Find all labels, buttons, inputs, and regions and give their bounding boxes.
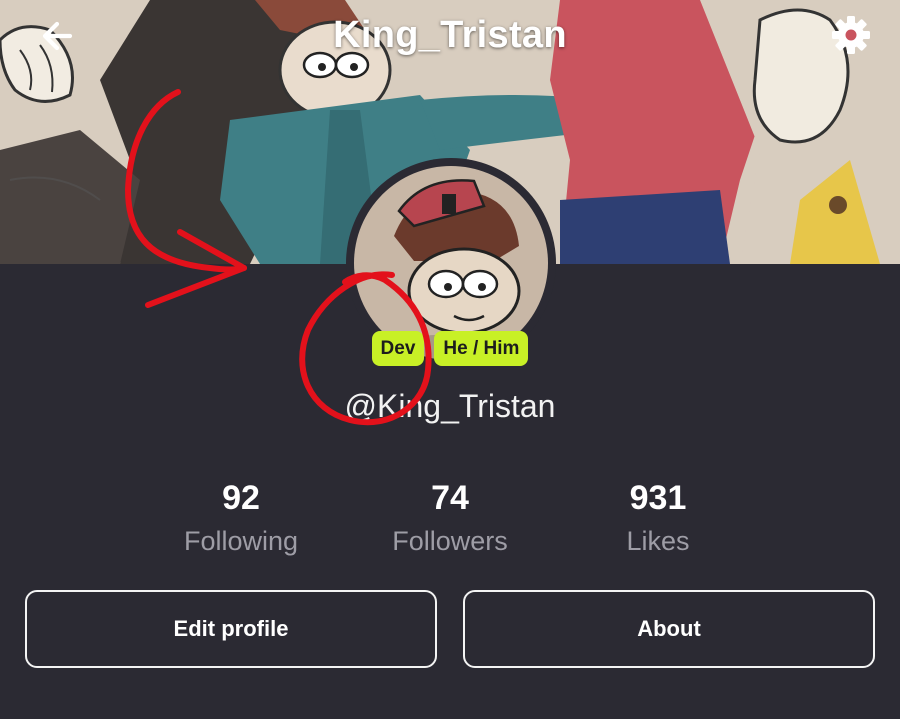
top-bar: King_Tristan	[0, 0, 900, 76]
following-count: 92	[222, 479, 260, 517]
stats-row: 92 Following 74 Followers 931 Likes	[0, 476, 900, 566]
about-button[interactable]: About	[463, 590, 875, 668]
badges-row: Dev He / Him	[0, 331, 900, 366]
dev-badge: Dev	[371, 331, 425, 366]
likes-count: 931	[629, 479, 687, 517]
stat-following[interactable]: 92 Following	[141, 476, 341, 557]
stat-followers[interactable]: 74 Followers	[350, 476, 550, 557]
following-label: Following	[183, 526, 299, 556]
username-handle: @King_Tristan	[344, 388, 556, 424]
followers-label: Followers	[392, 526, 508, 556]
page-title: King_Tristan	[333, 14, 567, 56]
likes-label: Likes	[626, 526, 690, 556]
stat-likes[interactable]: 931 Likes	[558, 476, 758, 557]
edit-profile-button[interactable]: Edit profile	[25, 590, 437, 668]
settings-button[interactable]	[828, 12, 874, 58]
gear-icon	[832, 16, 870, 54]
pronouns-badge: He / Him	[434, 331, 529, 366]
followers-count: 74	[431, 479, 469, 517]
